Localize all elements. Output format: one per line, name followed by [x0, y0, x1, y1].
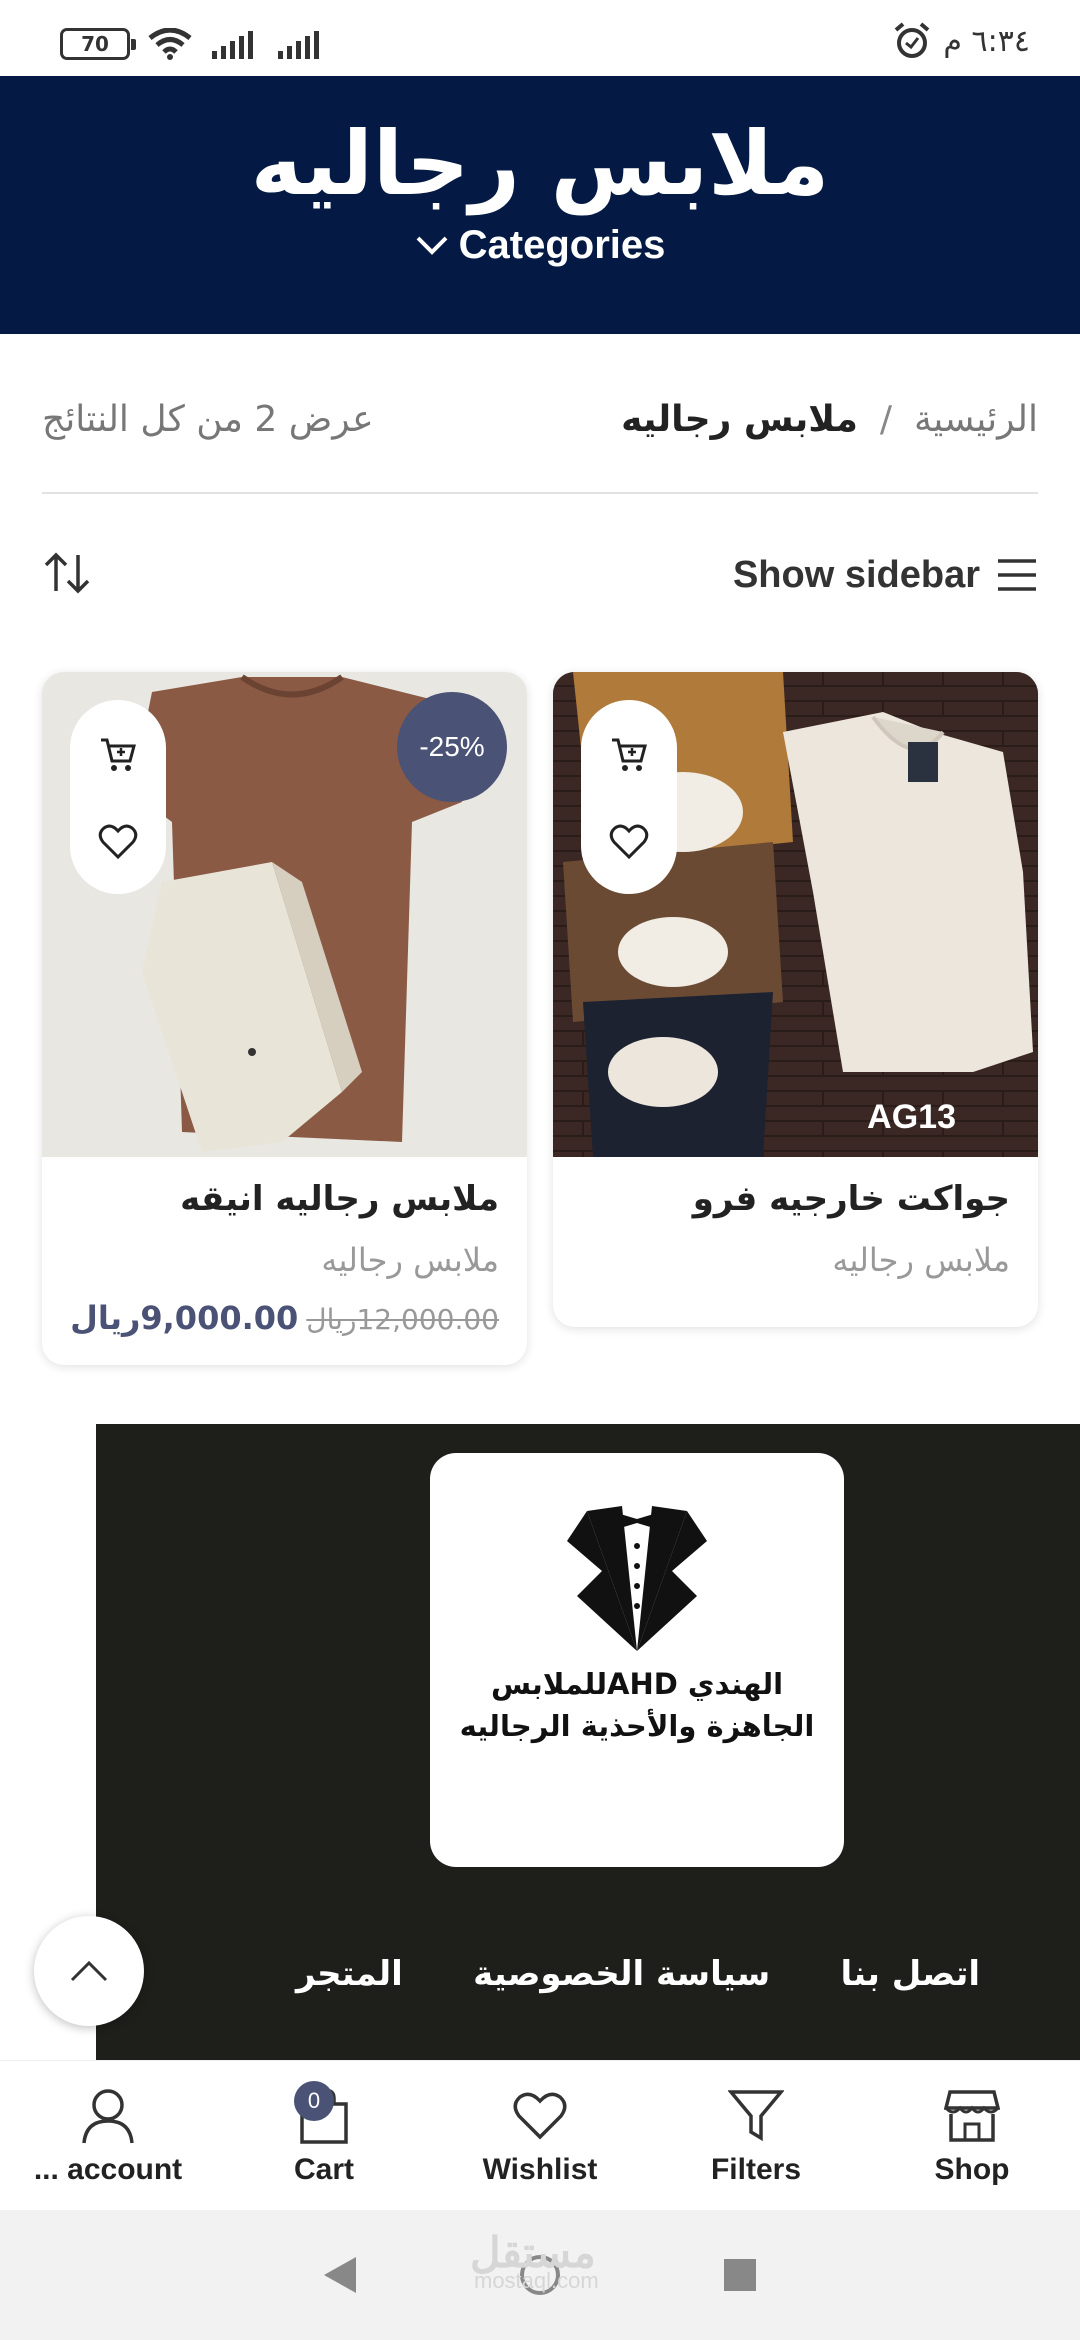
nav-account[interactable]: ... account	[8, 2085, 208, 2187]
logo-text: الهندي AHDللملابس الجاهزة والأحذية الرجا…	[459, 1667, 815, 1743]
status-clock: ٦:٣٤ م	[893, 22, 1030, 60]
scroll-to-top-button[interactable]	[34, 1916, 144, 2026]
show-sidebar-label: Show sidebar	[732, 553, 980, 596]
cart-count-badge: 0	[294, 2080, 334, 2121]
menu-icon	[998, 559, 1036, 591]
sort-icon	[44, 552, 90, 594]
nav-wishlist[interactable]: Wishlist	[440, 2085, 640, 2187]
watermark-url: mostaql.com	[474, 2268, 599, 2293]
categories-label: Categories	[458, 222, 666, 267]
user-icon	[82, 2088, 134, 2143]
product-actions	[581, 700, 677, 894]
footer-link-store[interactable]: المتجر	[296, 1954, 403, 1994]
product-actions	[70, 700, 166, 894]
nav-filters-label: Filters	[710, 2152, 802, 2186]
product-card[interactable]: AG13 جواكت خارجيه فرو ملابس رجاليه	[553, 672, 1038, 1327]
show-sidebar-button[interactable]: Show sidebar	[733, 554, 1038, 597]
wishlist-heart-icon[interactable]	[98, 824, 138, 860]
wishlist-heart-icon[interactable]	[609, 824, 649, 860]
divider	[42, 492, 1038, 494]
shop-toolbar: Show sidebar	[42, 540, 1038, 610]
product-image[interactable]: AG13	[553, 672, 1038, 1157]
battery-icon: 70	[60, 28, 136, 60]
footer-links: اتصل بنا سياسة الخصوصية المتجر	[96, 1954, 1080, 1994]
product-category[interactable]: ملابس رجاليه	[581, 1241, 1010, 1279]
signal-icon	[278, 31, 319, 59]
page-header: ملابس رجاليه Categories	[0, 76, 1080, 334]
nav-account-label: ... account	[33, 2152, 183, 2186]
product-title[interactable]: جواكت خارجيه فرو	[581, 1179, 1010, 1219]
product-image[interactable]: -25%	[42, 672, 527, 1157]
add-to-cart-icon[interactable]	[609, 735, 649, 775]
wifi-icon	[148, 28, 192, 60]
footer-link-privacy[interactable]: سياسة الخصوصية	[473, 1954, 770, 1994]
breadcrumb-row: عرض 2 من كل النتائج الرئيسية / ملابس رجا…	[42, 386, 1038, 452]
old-price: 12,000.00ريال	[306, 1303, 499, 1336]
product-category[interactable]: ملابس رجاليه	[70, 1241, 499, 1279]
page-title: ملابس رجاليه	[250, 112, 830, 215]
sort-button[interactable]	[42, 551, 92, 599]
nav-wishlist-label: Wishlist	[482, 2152, 598, 2186]
status-icons: 70	[60, 28, 324, 60]
bottom-navigation: ... account 0 Cart Wishlist Filters Shop	[0, 2060, 1080, 2210]
heart-icon	[513, 2092, 567, 2139]
breadcrumb-separator: /	[879, 398, 892, 440]
footer-link-contact[interactable]: اتصل بنا	[840, 1954, 980, 1994]
back-icon[interactable]	[322, 2255, 358, 2295]
breadcrumb-home-link[interactable]: الرئيسية	[914, 399, 1038, 440]
product-price: 12,000.00ريال 9,000.00ريال	[70, 1299, 499, 1337]
nav-filters[interactable]: Filters	[656, 2085, 856, 2187]
signal-icon	[212, 31, 253, 59]
recents-icon[interactable]	[722, 2257, 758, 2293]
product-title[interactable]: ملابس رجاليه انيقه	[70, 1179, 499, 1219]
alarm-icon	[895, 22, 930, 58]
product-info: ملابس رجاليه انيقه ملابس رجاليه 12,000.0…	[42, 1157, 527, 1365]
discount-badge: -25%	[397, 692, 507, 802]
chevron-down-icon	[416, 236, 448, 256]
breadcrumb-current: ملابس رجاليه	[621, 398, 858, 440]
breadcrumb: الرئيسية / ملابس رجاليه	[621, 399, 1038, 440]
sale-price: 9,000.00ريال	[70, 1299, 299, 1337]
add-to-cart-icon[interactable]	[98, 735, 138, 775]
nav-cart[interactable]: 0 Cart	[224, 2080, 424, 2187]
product-grid: -25% ملابس رجاليه انيقه ملابس رجاليه 12,…	[42, 672, 1038, 1372]
product-info: جواكت خارجيه فرو ملابس رجاليه	[553, 1157, 1038, 1327]
nav-shop[interactable]: Shop	[872, 2085, 1072, 2187]
store-icon	[944, 2089, 1000, 2142]
filter-icon	[728, 2089, 784, 2141]
chevron-up-icon	[70, 1960, 108, 1982]
nav-shop-label: Shop	[934, 2152, 1010, 2186]
categories-toggle[interactable]: Categories	[415, 222, 666, 268]
tuxedo-logo-icon	[567, 1506, 707, 1651]
product-card[interactable]: -25% ملابس رجاليه انيقه ملابس رجاليه 12,…	[42, 672, 527, 1365]
image-label: AG13	[867, 1098, 956, 1136]
nav-cart-label: Cart	[293, 2152, 354, 2186]
site-footer: الهندي AHDللملابس الجاهزة والأحذية الرجا…	[96, 1424, 1080, 2060]
result-count: عرض 2 من كل النتائج	[42, 398, 374, 440]
clock-time: ٦:٣٤ م	[943, 23, 1030, 59]
store-logo: الهندي AHDللملابس الجاهزة والأحذية الرجا…	[430, 1453, 844, 1867]
status-bar: 70 ٦:٣٤ م	[0, 0, 1080, 76]
